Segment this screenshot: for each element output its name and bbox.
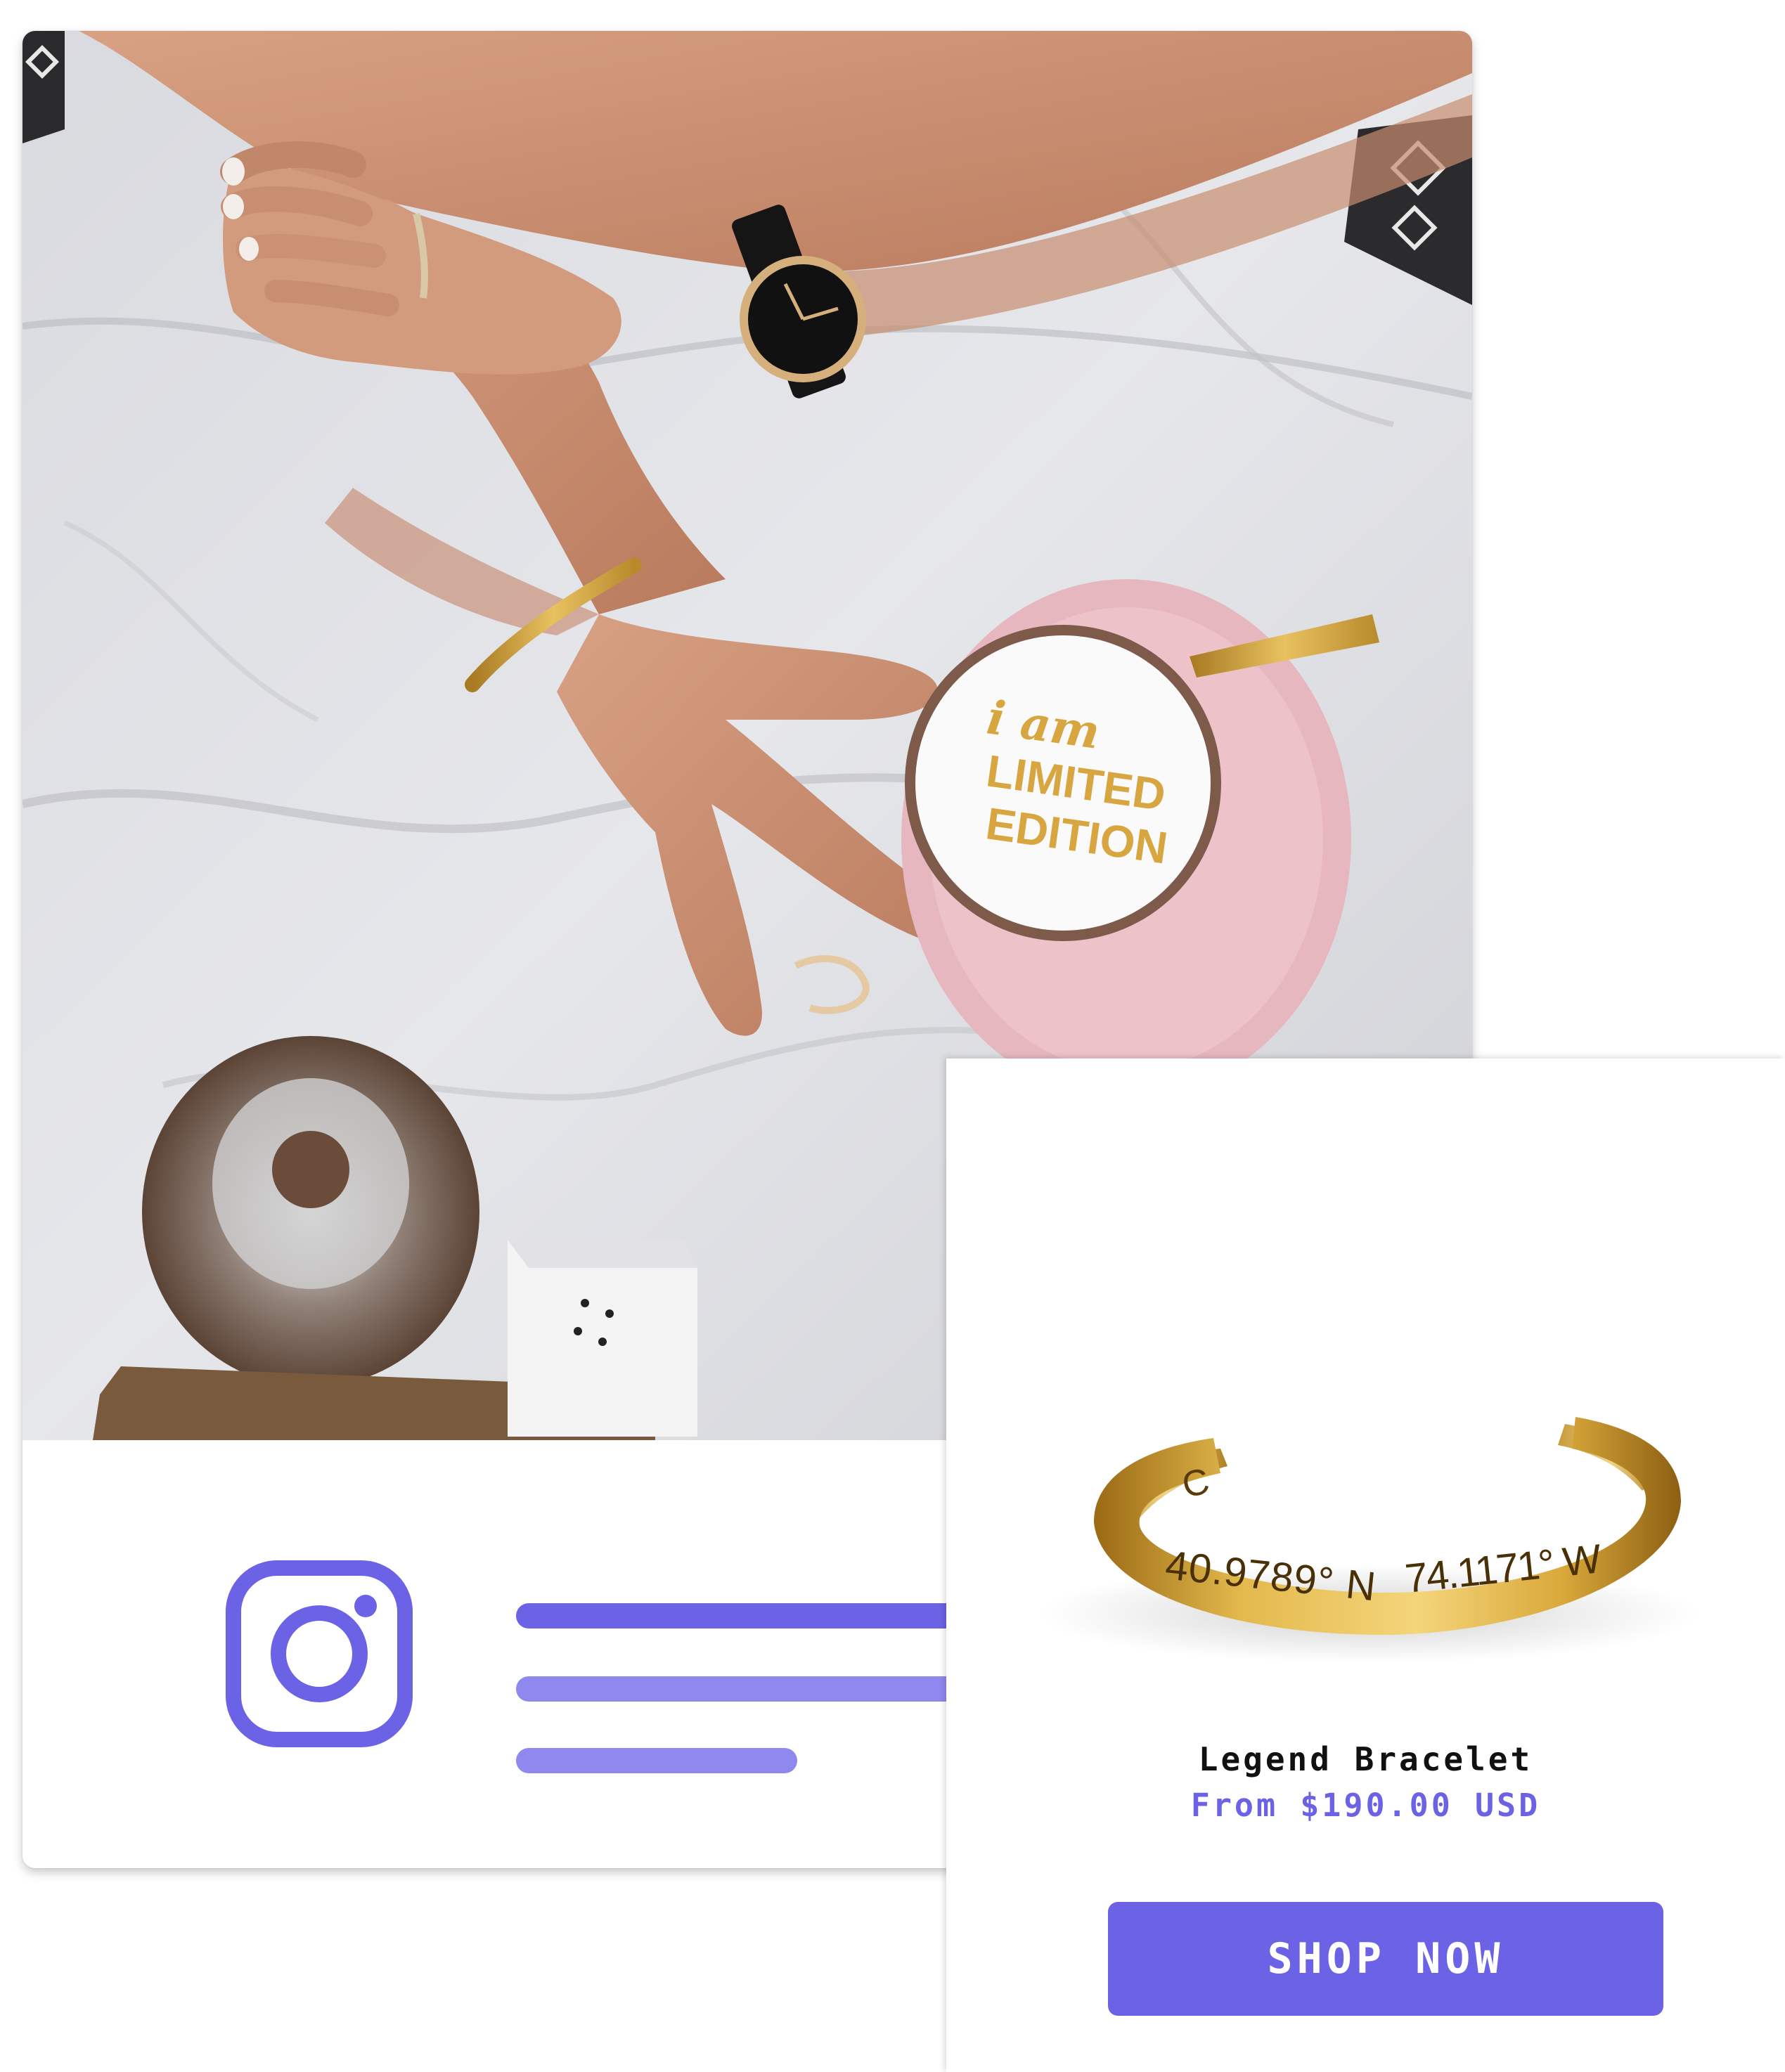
caption-placeholder-line-3 <box>516 1748 797 1773</box>
product-card[interactable]: C 40.9789° N 74.1171° W Legend Bracelet … <box>946 1058 1785 2072</box>
instagram-icon[interactable] <box>225 1560 413 1748</box>
product-price: From $190.00 USD <box>1190 1787 1541 1824</box>
stage: i am LIMITED EDITION C 40.9789° N 74.117… <box>0 0 1785 2072</box>
caption-placeholder-line-1 <box>516 1603 1008 1629</box>
shop-now-button[interactable]: SHOP NOW <box>1108 1902 1663 2016</box>
caption-placeholder-line-2 <box>516 1676 1008 1702</box>
product-name[interactable]: Legend Bracelet <box>946 1740 1785 1778</box>
bracelet-image[interactable]: C 40.9789° N 74.1171° W <box>988 1171 1748 1747</box>
